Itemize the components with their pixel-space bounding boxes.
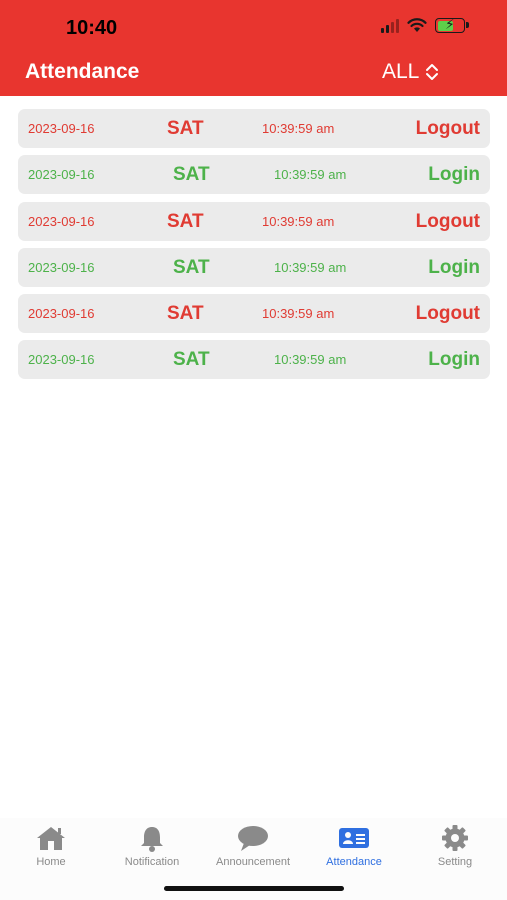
record-day: SAT <box>167 118 204 139</box>
page-title: Attendance <box>25 60 140 83</box>
tab-attendance[interactable]: Attendance <box>304 824 404 868</box>
tab-label: Announcement <box>216 856 290 868</box>
attendance-row[interactable]: 2023-09-16 SAT 10:39:59 am Login <box>18 340 490 380</box>
attendance-row[interactable]: 2023-09-16 SAT 10:39:59 am Login <box>18 155 490 195</box>
attendance-row[interactable]: 2023-09-16 SAT 10:39:59 am Logout <box>18 109 490 148</box>
record-date: 2023-09-16 <box>28 259 95 275</box>
tab-announcement[interactable]: Announcement <box>203 824 303 868</box>
record-action: Login <box>428 256 480 278</box>
attendance-row[interactable]: 2023-09-16 SAT 10:39:59 am Logout <box>18 294 490 334</box>
tab-setting[interactable]: Setting <box>405 824 505 868</box>
record-date: 2023-09-16 <box>28 167 95 183</box>
status-icons: ⚡ <box>381 16 469 33</box>
record-day: SAT <box>173 256 210 278</box>
record-day: SAT <box>167 210 204 232</box>
record-time: 10:39:59 am <box>262 121 335 136</box>
record-date: 2023-09-16 <box>28 121 95 136</box>
record-date: 2023-09-16 <box>28 306 95 322</box>
speech-bubble-icon <box>238 826 268 851</box>
tab-label: Setting <box>437 856 473 868</box>
record-time: 10:39:59 am <box>274 259 347 275</box>
gear-icon <box>442 825 468 851</box>
record-action: Login <box>428 164 480 186</box>
tab-label: Home <box>36 856 66 868</box>
bell-icon <box>141 827 163 852</box>
cellular-signal-icon <box>381 18 399 33</box>
filter-value: ALL <box>382 60 420 83</box>
chevron-up-down-icon <box>426 64 439 80</box>
record-action: Logout <box>415 210 480 232</box>
app-header: 10:40 ⚡ Attendance ALL <box>0 0 507 96</box>
record-action: Login <box>428 349 480 371</box>
record-time: 10:39:59 am <box>274 167 347 183</box>
tab-home[interactable]: Home <box>1 824 101 868</box>
wifi-icon <box>407 18 427 32</box>
tab-label: Notification <box>124 856 180 868</box>
attendance-list: 2023-09-16 SAT 10:39:59 am Logout 2023-0… <box>18 109 490 387</box>
status-time: 10:40 <box>66 17 118 39</box>
record-day: SAT <box>167 303 204 325</box>
house-icon <box>37 827 65 850</box>
attendance-row[interactable]: 2023-09-16 SAT 10:39:59 am Login <box>18 247 490 287</box>
record-time: 10:39:59 am <box>262 213 335 229</box>
id-card-icon <box>339 828 369 848</box>
record-action: Logout <box>415 118 480 139</box>
filter-select[interactable]: ALL <box>382 60 439 84</box>
home-indicator <box>164 886 344 891</box>
battery-icon: ⚡ <box>435 16 469 33</box>
tab-label: Attendance <box>326 856 382 868</box>
record-date: 2023-09-16 <box>28 352 95 368</box>
record-day: SAT <box>173 349 210 371</box>
attendance-row[interactable]: 2023-09-16 SAT 10:39:59 am Logout <box>18 201 490 241</box>
record-time: 10:39:59 am <box>262 306 335 322</box>
record-action: Logout <box>415 303 480 325</box>
record-day: SAT <box>173 164 210 186</box>
tab-notification[interactable]: Notification <box>102 824 202 868</box>
record-time: 10:39:59 am <box>274 352 347 368</box>
record-date: 2023-09-16 <box>28 213 95 229</box>
